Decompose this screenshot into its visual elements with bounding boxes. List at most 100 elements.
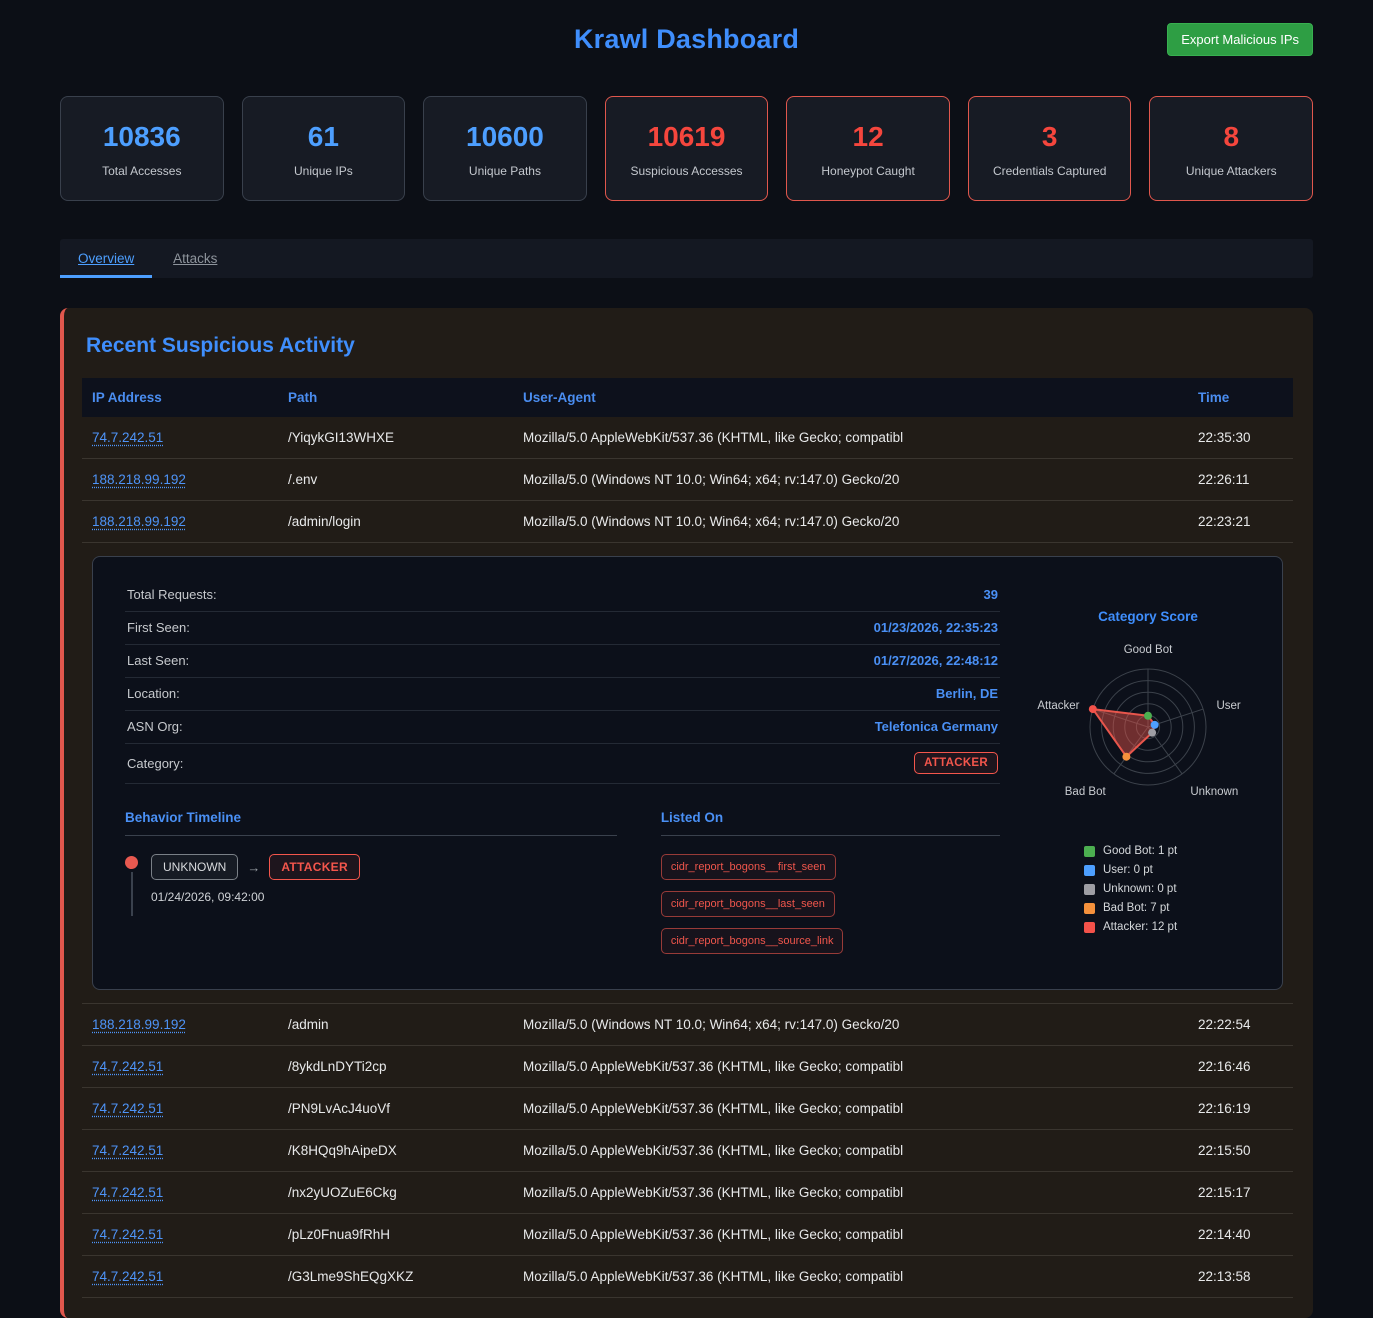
table-row[interactable]: 188.218.99.192/admin/loginMozilla/5.0 (W… — [82, 501, 1293, 543]
svg-text:Good Bot: Good Bot — [1124, 644, 1173, 656]
table-row[interactable]: 188.218.99.192 /.envMozilla/5.0 (Windows … — [82, 459, 1293, 501]
timeline-to-badge: ATTACKER — [269, 854, 360, 880]
path-cell: /K8HQq9hAipeDX — [278, 1130, 513, 1172]
behavior-timeline-title: Behavior Timeline — [125, 810, 617, 825]
stat-label: Honeypot Caught — [793, 164, 943, 178]
stat-value: 3 — [975, 121, 1125, 153]
table-row[interactable]: 74.7.242.51/nx2yUOZuE6CkgMozilla/5.0 App… — [82, 1172, 1293, 1214]
stat-label: Credentials Captured — [975, 164, 1125, 178]
timeline-date: 01/24/2026, 09:42:00 — [151, 890, 360, 904]
stat-value: 61 — [249, 121, 399, 153]
ip-link[interactable]: 74.7.242.51 — [92, 1143, 163, 1158]
tab-overview[interactable]: Overview — [60, 239, 152, 278]
stat-label: Unique Paths — [430, 164, 580, 178]
detail-field-label: Location: — [127, 686, 180, 701]
ip-link[interactable]: 74.7.242.51 — [92, 430, 163, 445]
legend-item-user: User: 0 pt — [1084, 864, 1264, 876]
legend-item-bad-bot: Bad Bot: 7 pt — [1084, 902, 1264, 914]
table-row[interactable]: 74.7.242.51/pLz0Fnua9fRhHMozilla/5.0 App… — [82, 1214, 1293, 1256]
ip-link[interactable]: 188.218.99.192 — [92, 514, 186, 529]
ip-link[interactable]: 74.7.242.51 — [92, 1101, 163, 1116]
detail-field-row-asn-org: ASN Org:Telefonica Germany — [125, 711, 1000, 744]
stat-card-total-accesses: 10836Total Accesses — [60, 96, 224, 201]
tab-attacks[interactable]: Attacks — [152, 239, 238, 278]
time-cell: 22:16:19 — [1188, 1088, 1293, 1130]
ip-cell: 188.218.99.192 — [82, 459, 278, 501]
stat-label: Total Accesses — [67, 164, 217, 178]
ip-cell: 74.7.242.51 — [82, 1214, 278, 1256]
page-title: Krawl Dashboard — [60, 24, 1313, 55]
category-score-column: Category Score Good BotUserUnknownBad Bo… — [1032, 579, 1264, 965]
detail-bottom-sections: Behavior Timeline — [125, 810, 1000, 965]
detail-field-value: Berlin, DE — [936, 686, 998, 701]
svg-text:Bad Bot: Bad Bot — [1065, 786, 1107, 798]
stat-label: Unique IPs — [249, 164, 399, 178]
table-header-row: IP Address Path User-Agent Time — [82, 378, 1293, 417]
timeline-content: UNKNOWN → ATTACKER 01/24/2026, 09:42:00 — [151, 854, 360, 904]
ip-link[interactable]: 188.218.99.192 — [92, 1017, 186, 1032]
export-malicious-ips-button[interactable]: Export Malicious IPs — [1167, 23, 1313, 56]
ip-cell: 188.218.99.192 — [82, 501, 278, 543]
stats-row: 10836Total Accesses 61 Unique IPs 10600Uniq… — [60, 96, 1313, 201]
table-row[interactable]: 74.7.242.51/PN9LvAcJ4uoVfMozilla/5.0 App… — [82, 1088, 1293, 1130]
listed-on-badges: cidr_report_bogons__first_seen cidr_repor… — [661, 854, 1000, 965]
table-row[interactable]: 74.7.242.51/K8HQq9hAipeDXMozilla/5.0 App… — [82, 1130, 1293, 1172]
time-cell: 22:15:50 — [1188, 1130, 1293, 1172]
table-row[interactable]: 74.7.242.51/8ykdLnDYTi2cpMozilla/5.0 App… — [82, 1046, 1293, 1088]
path-cell: /.env — [278, 459, 513, 501]
user-agent-cell: Mozilla/5.0 AppleWebKit/537.36 (KHTML, l… — [513, 1088, 1188, 1130]
path-cell: /nx2yUOZuE6Ckg — [278, 1172, 513, 1214]
header: Krawl Dashboard Export Malicious IPs — [60, 0, 1313, 72]
ip-cell: 188.218.99.192 — [82, 1004, 278, 1046]
table-row[interactable]: 188.218.99.192/adminMozilla/5.0 (Windows… — [82, 1004, 1293, 1046]
path-cell: /admin/login — [278, 501, 513, 543]
detail-row: Total Requests:39First Seen:01/23/2026, … — [82, 543, 1293, 1004]
legend-label: Attacker: 12 pt — [1103, 921, 1177, 933]
stat-value: 8 — [1156, 121, 1306, 153]
user-agent-cell: Mozilla/5.0 AppleWebKit/537.36 (KHTML, l… — [513, 1256, 1188, 1298]
table-row[interactable]: 74.7.242.51/G3Lme9ShEQgXKZMozilla/5.0 Ap… — [82, 1256, 1293, 1298]
stat-card-unique-paths: 10600Unique Paths — [423, 96, 587, 201]
ip-cell: 74.7.242.51 — [82, 417, 278, 459]
legend-label: Bad Bot: 7 pt — [1103, 902, 1170, 914]
radar-legend: Good Bot: 1 ptUser: 0 ptUnknown: 0 ptBad… — [1084, 845, 1264, 933]
stat-value: 10619 — [612, 121, 762, 153]
stat-card-honeypot-caught: 12 Honeypot Caught — [786, 96, 950, 201]
path-cell: /admin — [278, 1004, 513, 1046]
user-agent-cell: Mozilla/5.0 AppleWebKit/537.36 (KHTML, l… — [513, 1214, 1188, 1256]
ip-link[interactable]: 74.7.242.51 — [92, 1059, 163, 1074]
detail-field-value: 39 — [984, 587, 998, 602]
detail-field-row-first-seen: First Seen:01/23/2026, 22:35:23 — [125, 612, 1000, 645]
timeline-dot-icon — [125, 856, 138, 869]
path-cell: /YiqykGI13WHXE — [278, 417, 513, 459]
user-agent-cell: Mozilla/5.0 (Windows NT 10.0; Win64; x64… — [513, 501, 1188, 543]
listed-on-badge-cidr-report-bogons-first-seen[interactable]: cidr_report_bogons__first_seen — [661, 854, 836, 880]
ip-cell: 74.7.242.51 — [82, 1172, 278, 1214]
ip-link[interactable]: 74.7.242.51 — [92, 1185, 163, 1200]
timeline-event: UNKNOWN → ATTACKER 01/24/2026, 09:42:00 — [125, 854, 617, 916]
stat-value: 12 — [793, 121, 943, 153]
listed-on-badge-cidr-report-bogons-source-link[interactable]: cidr_report_bogons__source_link — [661, 928, 844, 954]
legend-swatch — [1084, 865, 1095, 876]
ip-link[interactable]: 188.218.99.192 — [92, 472, 186, 487]
legend-label: Unknown: 0 pt — [1103, 883, 1177, 895]
listed-on-badge-cidr-report-bogons-last-seen[interactable]: cidr_report_bogons__last_seen — [661, 891, 835, 917]
time-cell: 22:14:40 — [1188, 1214, 1293, 1256]
timeline-from-badge: UNKNOWN — [151, 854, 238, 880]
listed-on-section: Listed On cidr_report_bogons__first_seen… — [661, 810, 1000, 965]
legend-label: User: 0 pt — [1103, 864, 1153, 876]
detail-field-row-location: Location: Berlin, DE — [125, 678, 1000, 711]
behavior-timeline-section: Behavior Timeline — [125, 810, 617, 965]
stat-card-unique-ips: 61 Unique IPs — [242, 96, 406, 201]
section-title: Recent Suspicious Activity — [86, 334, 1293, 358]
table-row[interactable]: 74.7.242.51/YiqykGI13WHXEMozilla/5.0 App… — [82, 417, 1293, 459]
ip-link[interactable]: 74.7.242.51 — [92, 1227, 163, 1242]
ip-link[interactable]: 74.7.242.51 — [92, 1269, 163, 1284]
ip-cell: 74.7.242.51 — [82, 1256, 278, 1298]
col-header-ip: IP Address — [82, 378, 278, 417]
user-agent-cell: Mozilla/5.0 (Windows NT 10.0; Win64; x64… — [513, 459, 1188, 501]
time-cell: 22:23:21 — [1188, 501, 1293, 543]
detail-field-value: Telefonica Germany — [875, 719, 998, 734]
detail-field-label: First Seen: — [127, 620, 190, 635]
stat-card-credentials-captured: 3 Credentials Captured — [968, 96, 1132, 201]
